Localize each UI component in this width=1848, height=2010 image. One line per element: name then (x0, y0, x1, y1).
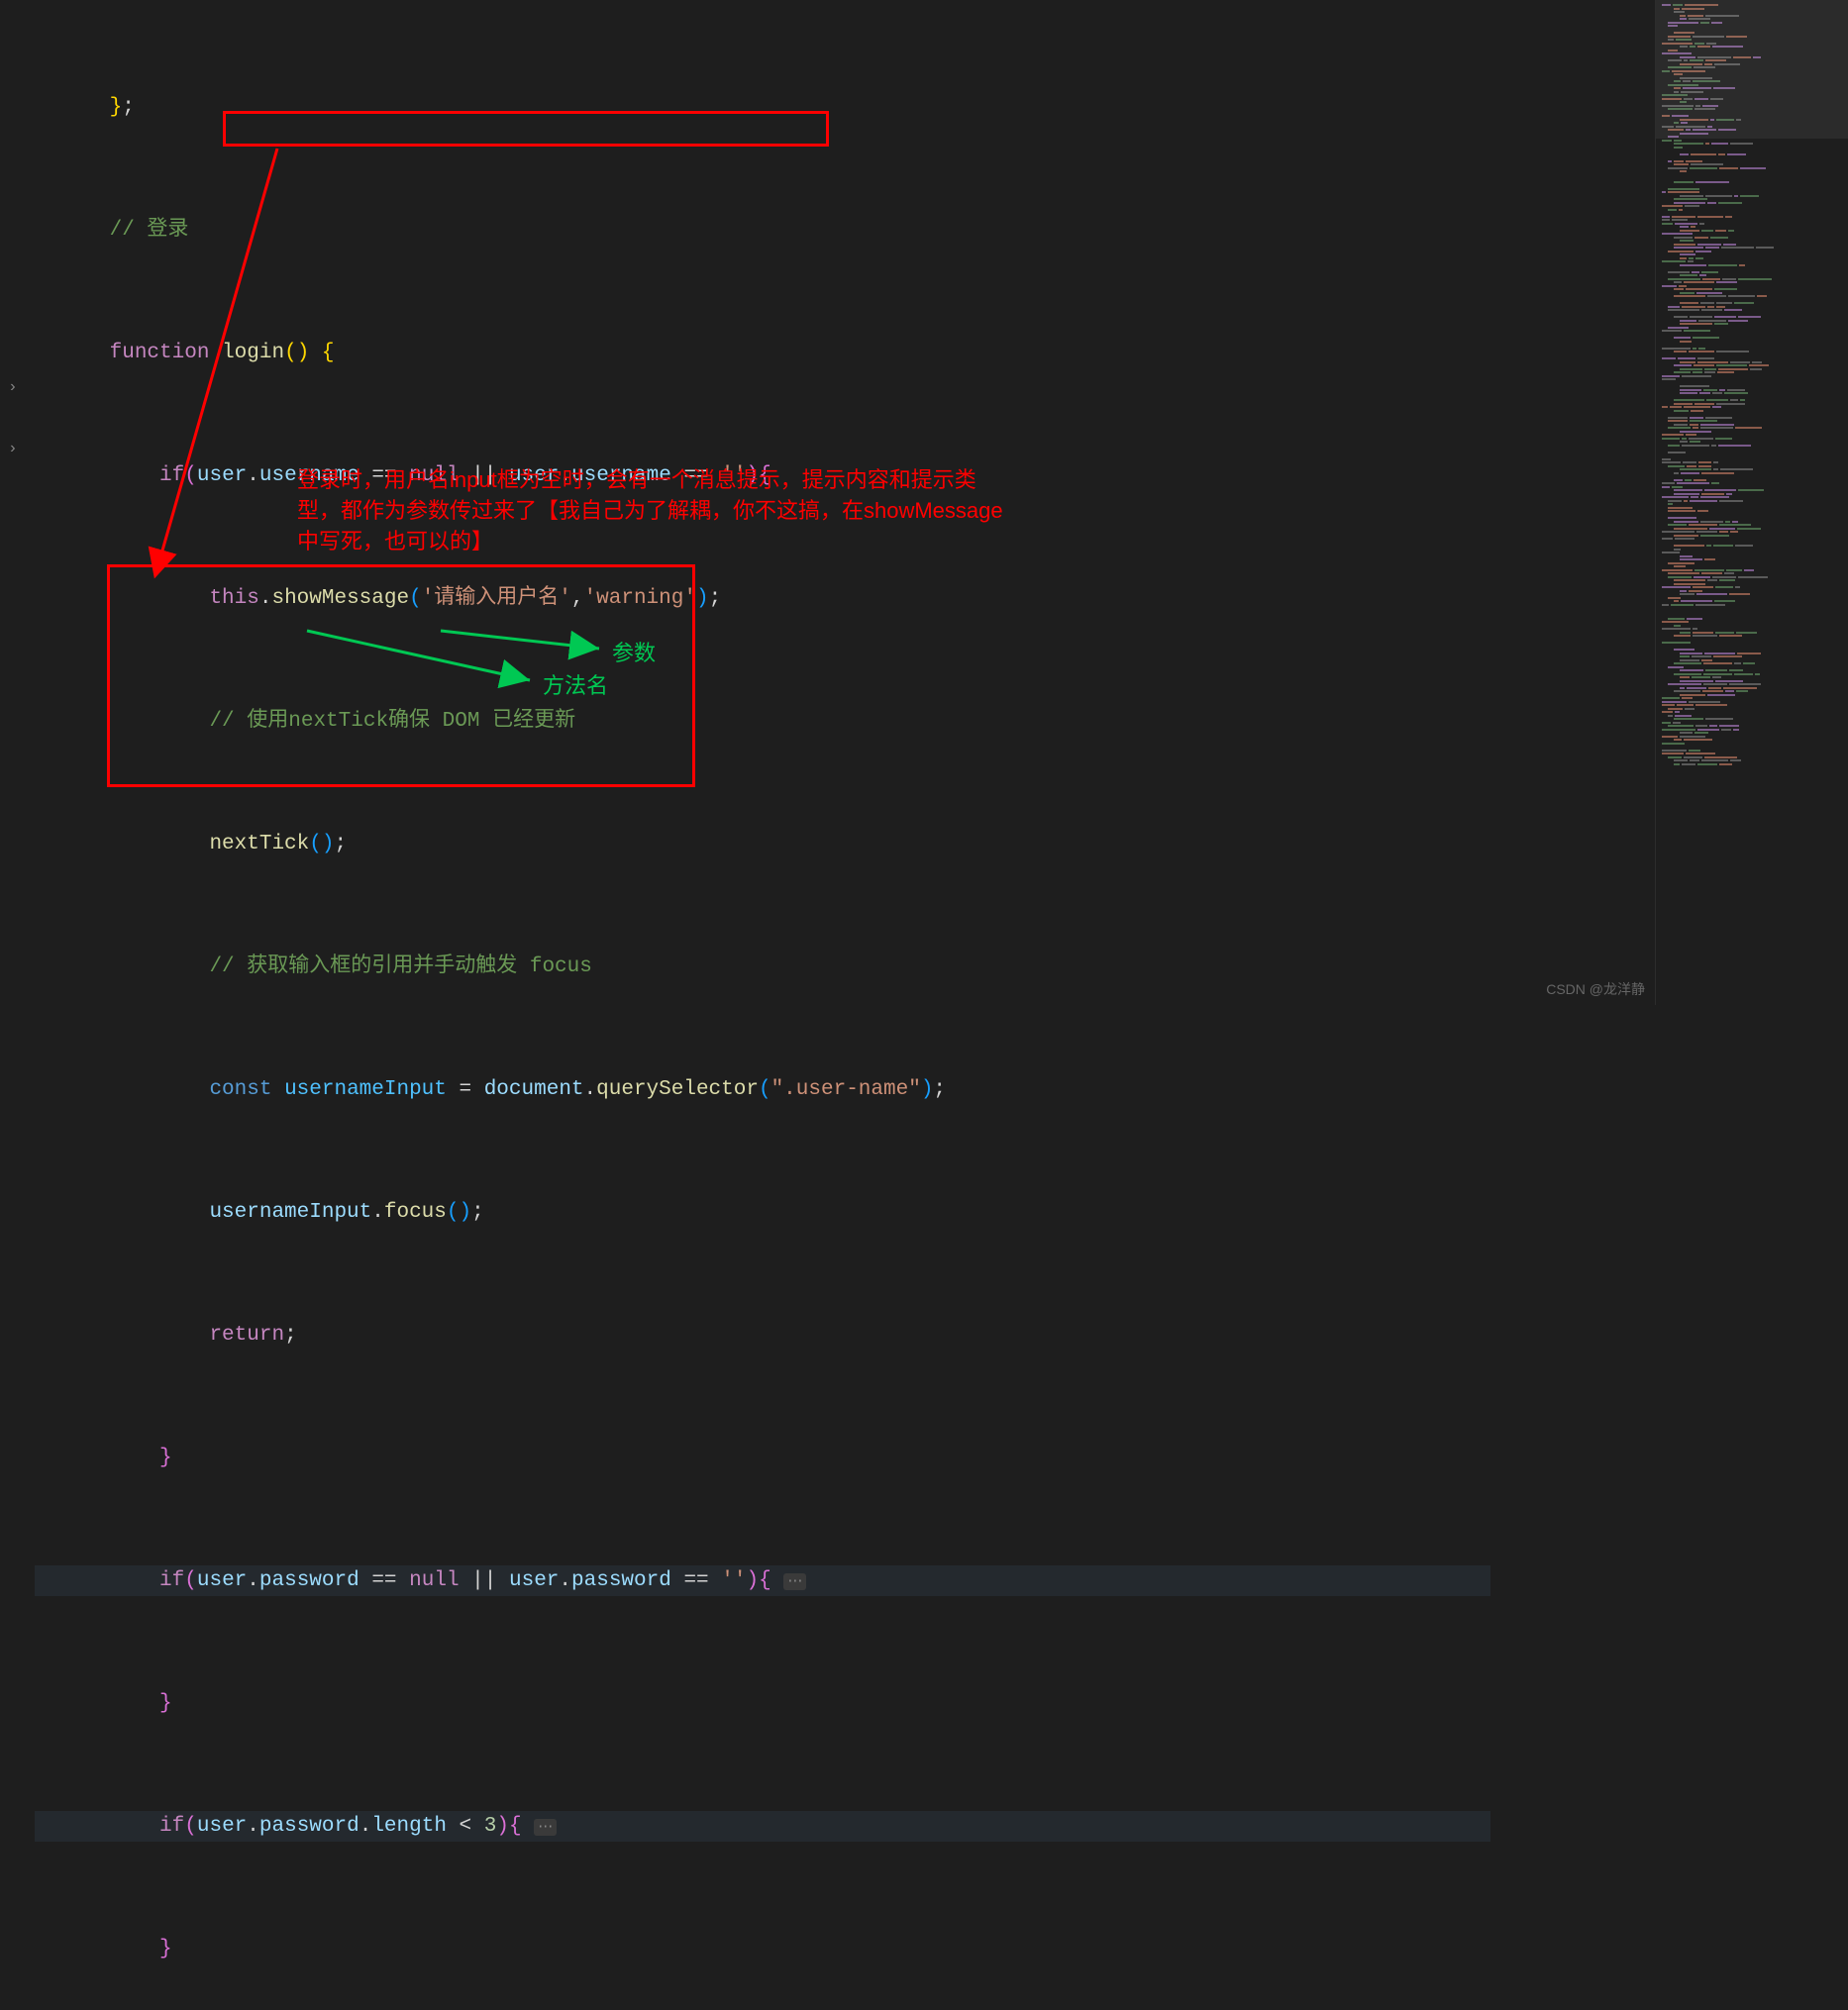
minimap[interactable] (1655, 0, 1848, 1005)
minimap-viewport[interactable] (1656, 0, 1848, 139)
gutter: › › (0, 0, 30, 1005)
code-editor[interactable]: › › }; // 登录 function login() { if(user.… (0, 0, 1493, 1005)
annotation-label-method: 方法名 (543, 668, 608, 700)
code-content: }; // 登录 function login() { if(user.user… (35, 0, 1490, 2010)
fold-chevron-icon[interactable]: › (8, 378, 18, 396)
comment: // 登录 (110, 219, 189, 242)
fold-ellipsis[interactable]: ⋯ (534, 1819, 557, 1836)
fold-chevron-icon[interactable]: › (8, 440, 18, 457)
fold-ellipsis[interactable]: ⋯ (783, 1573, 806, 1590)
watermark: CSDN @龙洋静 (1546, 979, 1645, 999)
annotation-label-param: 参数 (612, 636, 656, 667)
